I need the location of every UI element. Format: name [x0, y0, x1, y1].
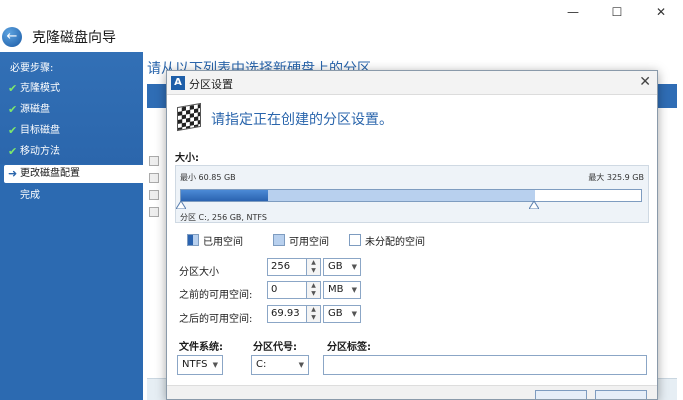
- back-button[interactable]: ←: [2, 27, 22, 47]
- drive-letter-value: C:: [256, 359, 267, 370]
- dialog-title: 分区设置: [189, 78, 233, 91]
- spin-down-icon[interactable]: ▼: [307, 267, 320, 275]
- volume-label-input[interactable]: [323, 355, 647, 375]
- file-system-label: 文件系统:: [179, 342, 223, 353]
- partition-row-checkbox[interactable]: [149, 207, 159, 217]
- free-space-after-label: 之后的可用空间:: [179, 314, 253, 325]
- partition-info-label: 分区 C:, 256 GB, NTFS: [180, 213, 267, 222]
- free-space-before-label: 之前的可用空间:: [179, 290, 253, 301]
- left-resize-handle[interactable]: [176, 201, 186, 209]
- spin-down-icon[interactable]: ▼: [307, 314, 320, 322]
- arrow-right-icon: ➜: [8, 167, 18, 180]
- dialog-instruction: 请指定正在创建的分区设置。: [211, 112, 393, 128]
- step-label: 更改磁盘配置: [20, 168, 80, 179]
- chevron-down-icon: ▼: [351, 263, 357, 271]
- checkered-flag-icon: [177, 102, 201, 132]
- sidebar-step-finish[interactable]: 完成: [4, 187, 143, 205]
- minimize-icon[interactable]: —: [551, 4, 595, 20]
- step-label: 移动方法: [20, 146, 60, 157]
- step-label: 源磁盘: [20, 104, 50, 115]
- disk-size-panel: 最小 60.85 GB 最大 325.9 GB 分区 C:, 256 GB, N…: [175, 165, 649, 223]
- checkmark-icon: ✔: [8, 145, 18, 158]
- spin-up-icon[interactable]: ▲: [307, 306, 320, 314]
- used-space-segment: [181, 190, 268, 201]
- checkmark-icon: ✔: [8, 124, 18, 137]
- right-resize-handle[interactable]: [529, 201, 539, 209]
- close-icon[interactable]: ✕: [639, 4, 683, 20]
- chevron-down-icon: ▼: [212, 361, 218, 369]
- maximize-icon[interactable]: ☐: [595, 4, 639, 20]
- free-space-swatch-icon: [273, 234, 285, 246]
- volume-label-label: 分区标签:: [327, 342, 371, 353]
- partition-row-checkbox[interactable]: [149, 190, 159, 200]
- back-arrow-icon: ←: [6, 29, 18, 44]
- wizard-sidebar: 必要步骤: ✔ 克隆模式 ✔ 源磁盘 ✔ 目标磁盘 ✔ 移动方法 ➜ 更改磁盘配…: [0, 52, 143, 400]
- steps-heading: 必要步骤:: [10, 63, 54, 74]
- partition-size-label: 分区大小: [179, 267, 219, 278]
- sidebar-step-clone-mode[interactable]: ✔ 克隆模式: [4, 80, 143, 98]
- spin-down-icon[interactable]: ▼: [307, 290, 320, 298]
- legend-unallocated-space: 未分配的空间: [349, 233, 425, 248]
- partition-row-checkbox[interactable]: [149, 156, 159, 166]
- dialog-footer: [167, 385, 657, 399]
- checkmark-icon: ✔: [8, 82, 18, 95]
- dialog-header: 请指定正在创建的分区设置。: [167, 95, 657, 141]
- spin-up-icon[interactable]: ▲: [307, 282, 320, 290]
- title-bar: ← 克隆磁盘向导 — ☐ ✕: [0, 0, 683, 60]
- step-label: 目标磁盘: [20, 125, 60, 136]
- dialog-title-bar: A 分区设置 ✕: [167, 71, 657, 95]
- legend-label: 未分配的空间: [365, 236, 425, 248]
- file-system-value: NTFS: [182, 359, 208, 370]
- sidebar-step-move-method[interactable]: ✔ 移动方法: [4, 143, 143, 161]
- step-label: 克隆模式: [20, 83, 60, 94]
- partition-row-checkbox[interactable]: [149, 173, 159, 183]
- chevron-down-icon: ▼: [351, 286, 357, 294]
- step-label: 完成: [20, 190, 40, 201]
- partition-settings-dialog: A 分区设置 ✕ 请指定正在创建的分区设置。 大小: 最小 60.85 GB 最…: [166, 70, 658, 400]
- checkmark-icon: ✔: [8, 103, 18, 116]
- partition-size-bar[interactable]: [180, 189, 642, 202]
- unit-value: GB: [328, 261, 343, 272]
- acronis-logo-icon: A: [171, 76, 185, 90]
- free-space-after-input[interactable]: 69.93: [267, 305, 307, 323]
- sidebar-step-target-disk[interactable]: ✔ 目标磁盘: [4, 122, 143, 140]
- chevron-down-icon: ▼: [298, 361, 304, 369]
- legend-label: 可用空间: [289, 236, 329, 248]
- unit-value: MB: [328, 284, 344, 295]
- partition-size-stepper[interactable]: ▲ ▼: [307, 258, 321, 276]
- min-size-label: 最小 60.85 GB: [180, 173, 236, 182]
- used-space-swatch-icon: [187, 234, 199, 246]
- window-controls: — ☐ ✕: [551, 4, 683, 20]
- size-section-label: 大小:: [175, 153, 199, 164]
- sidebar-step-change-disk-layout[interactable]: ➜ 更改磁盘配置: [4, 165, 143, 183]
- clone-disk-wizard-window: ← 克隆磁盘向导 — ☐ ✕ 必要步骤: ✔ 克隆模式 ✔ 源磁盘 ✔ 目标磁盘…: [0, 0, 683, 400]
- free-space-after-stepper[interactable]: ▲ ▼: [307, 305, 321, 323]
- drive-letter-select[interactable]: C: ▼: [251, 355, 309, 375]
- drive-letter-label: 分区代号:: [253, 342, 297, 353]
- window-title: 克隆磁盘向导: [32, 30, 116, 46]
- legend-label: 已用空间: [203, 236, 243, 248]
- dialog-close-icon[interactable]: ✕: [639, 74, 651, 90]
- unit-value: GB: [328, 308, 343, 319]
- free-space-after-unit-select[interactable]: GB ▼: [323, 305, 361, 323]
- file-system-select[interactable]: NTFS ▼: [177, 355, 223, 375]
- cancel-button[interactable]: [595, 390, 647, 399]
- free-space-before-stepper[interactable]: ▲ ▼: [307, 281, 321, 299]
- chevron-down-icon: ▼: [351, 310, 357, 318]
- legend-free-space: 可用空间: [273, 233, 329, 248]
- legend-used-space: 已用空间: [187, 233, 243, 248]
- partition-size-unit-select[interactable]: GB ▼: [323, 258, 361, 276]
- spin-up-icon[interactable]: ▲: [307, 259, 320, 267]
- ok-button[interactable]: [535, 390, 587, 399]
- sidebar-step-source-disk[interactable]: ✔ 源磁盘: [4, 101, 143, 119]
- free-space-before-input[interactable]: 0: [267, 281, 307, 299]
- max-size-label: 最大 325.9 GB: [588, 173, 644, 182]
- unallocated-swatch-icon: [349, 234, 361, 246]
- free-space-segment: [268, 190, 535, 201]
- free-space-before-unit-select[interactable]: MB ▼: [323, 281, 361, 299]
- partition-size-input[interactable]: 256: [267, 258, 307, 276]
